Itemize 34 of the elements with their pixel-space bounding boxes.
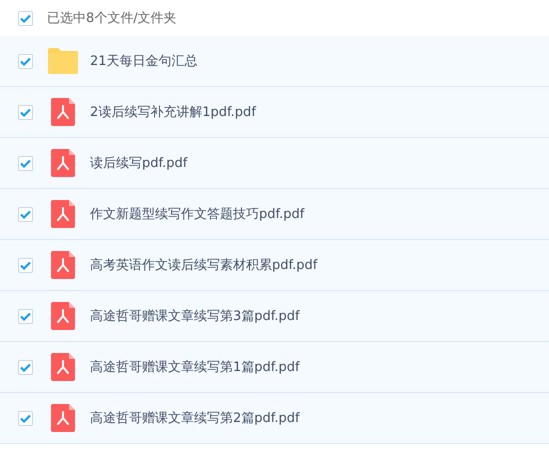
pdf-file-icon xyxy=(51,302,75,330)
file-row[interactable]: 高途哲哥赠课文章续写第3篇pdf.pdf xyxy=(0,291,549,342)
checkbox[interactable] xyxy=(18,410,33,426)
file-name: 21天每日金句汇总 xyxy=(90,53,198,70)
pdf-file-icon xyxy=(51,353,75,381)
checkbox[interactable] xyxy=(18,308,33,324)
file-name: 作文新题型续写作文答题技巧pdf.pdf xyxy=(90,206,304,223)
file-name: 高途哲哥赠课文章续写第3篇pdf.pdf xyxy=(90,308,300,325)
file-row[interactable]: 作文新题型续写作文答题技巧pdf.pdf xyxy=(0,189,549,240)
file-row[interactable]: 高途哲哥赠课文章续写第2篇pdf.pdf xyxy=(0,393,549,444)
file-name: 读后续写pdf.pdf xyxy=(90,155,188,172)
file-name: 高途哲哥赠课文章续写第1篇pdf.pdf xyxy=(90,359,300,376)
pdf-file-icon xyxy=(51,251,75,279)
file-name: 高途哲哥赠课文章续写第2篇pdf.pdf xyxy=(90,410,300,427)
checkbox[interactable] xyxy=(18,360,33,374)
pdf-file-icon xyxy=(51,149,75,177)
checkbox[interactable] xyxy=(18,206,33,222)
checkbox[interactable] xyxy=(18,10,33,26)
checkbox[interactable] xyxy=(18,156,33,170)
checkbox[interactable] xyxy=(18,258,33,272)
pdf-file-icon xyxy=(51,98,75,126)
file-name: 2读后续写补充讲解1pdf.pdf xyxy=(90,104,256,121)
file-row[interactable]: 21天每日金句汇总 xyxy=(0,36,549,87)
folder-icon xyxy=(48,48,78,74)
pdf-file-icon xyxy=(51,200,75,228)
selection-count: 已选中8个文件/文件夹 xyxy=(47,10,177,27)
file-name: 高考英语作文读后续写素材积累pdf.pdf xyxy=(90,257,318,274)
file-row[interactable]: 高途哲哥赠课文章续写第1篇pdf.pdf xyxy=(0,342,549,393)
checkbox[interactable] xyxy=(18,104,33,120)
pdf-file-icon xyxy=(51,404,75,432)
checkbox[interactable] xyxy=(18,54,33,68)
file-row[interactable]: 高考英语作文读后续写素材积累pdf.pdf xyxy=(0,240,549,291)
file-row[interactable]: 2读后续写补充讲解1pdf.pdf xyxy=(0,87,549,138)
file-row[interactable]: 读后续写pdf.pdf xyxy=(0,138,549,189)
